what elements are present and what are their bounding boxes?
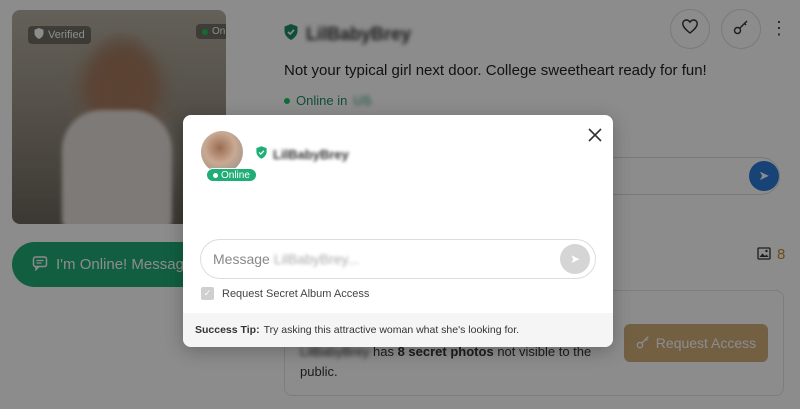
- message-modal: Online LilBabyBrey Message LilBabyBrey..…: [183, 115, 613, 347]
- online-dot-icon: [213, 172, 218, 178]
- send-message-button[interactable]: ➤: [560, 244, 590, 274]
- message-input[interactable]: Message LilBabyBrey...: [200, 239, 596, 279]
- secret-album-checkbox-row[interactable]: ✓ Request Secret Album Access: [201, 287, 369, 300]
- tip-label: Success Tip:: [195, 324, 260, 336]
- tip-text: Try asking this attractive woman what sh…: [263, 324, 520, 336]
- shield-check-icon: [256, 146, 267, 162]
- modal-user-header: LilBabyBrey: [256, 146, 349, 162]
- close-icon: [588, 125, 602, 148]
- message-placeholder-user: LilBabyBrey...: [273, 251, 360, 267]
- message-placeholder-prefix: Message: [213, 251, 270, 267]
- send-icon: ➤: [569, 252, 581, 266]
- close-button[interactable]: [584, 125, 606, 147]
- online-badge: Online: [206, 168, 257, 182]
- checkbox-icon[interactable]: ✓: [201, 287, 214, 300]
- success-tip: Success Tip: Try asking this attractive …: [183, 313, 613, 347]
- checkbox-label: Request Secret Album Access: [222, 287, 370, 300]
- online-badge-label: Online: [221, 169, 250, 181]
- modal-username: LilBabyBrey: [273, 146, 349, 162]
- avatar: [201, 131, 243, 173]
